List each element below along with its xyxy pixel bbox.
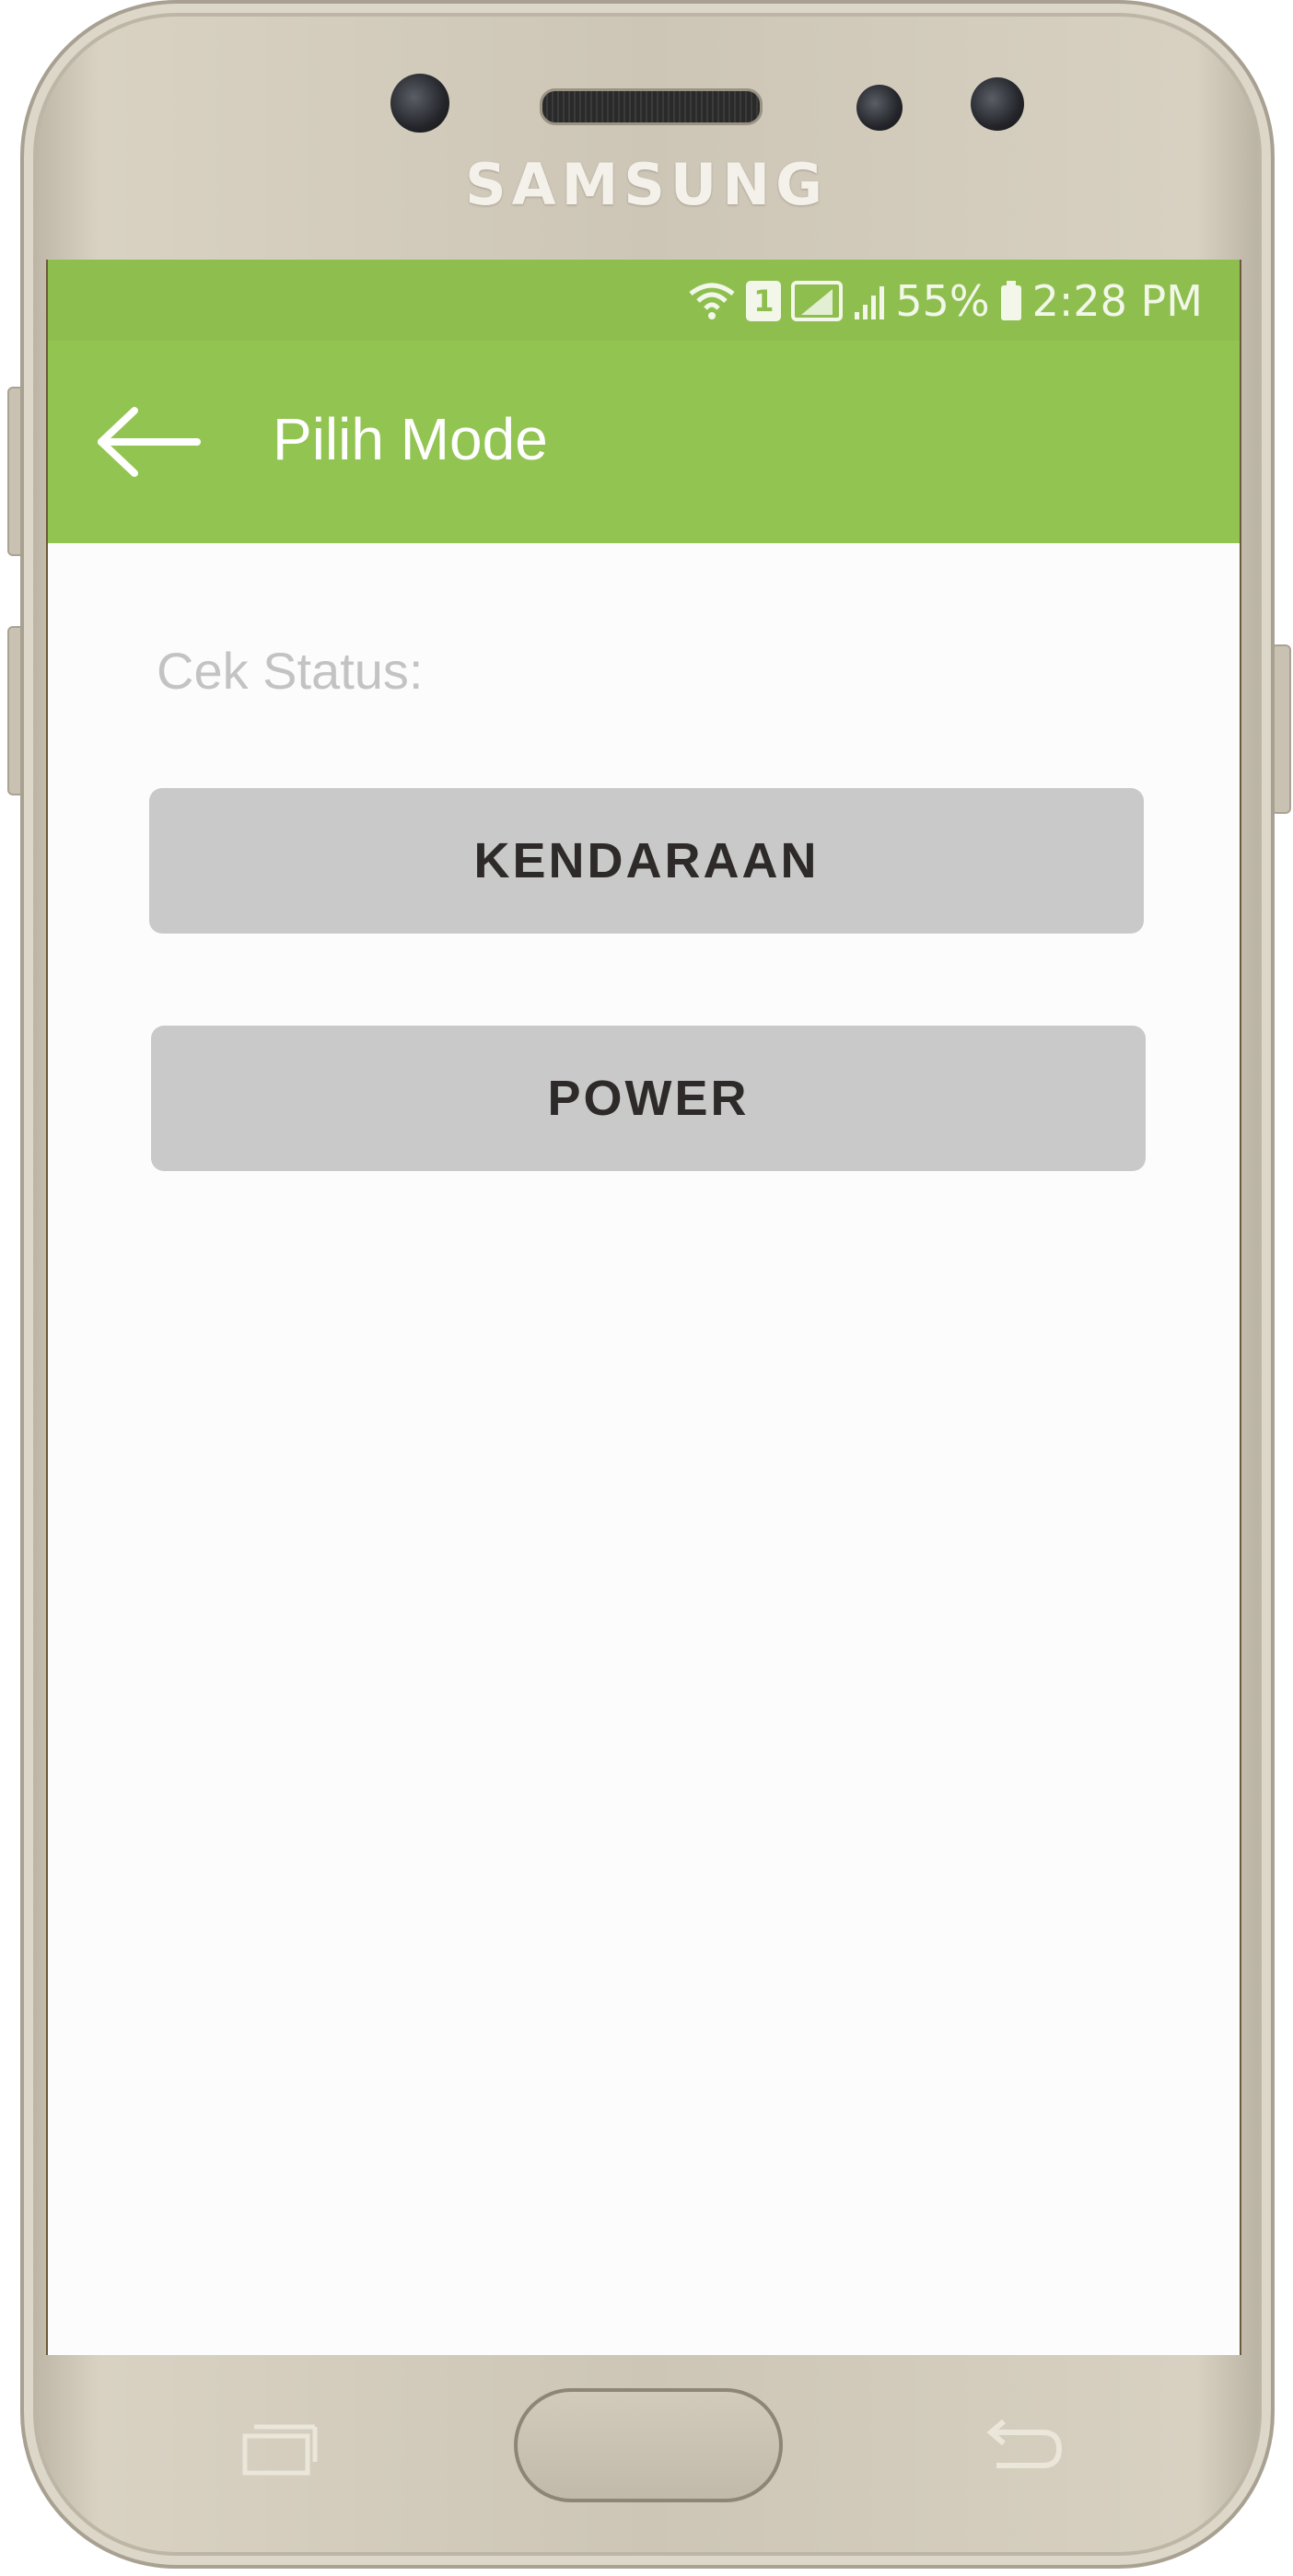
back-icon[interactable] — [978, 2418, 1066, 2478]
battery-percent: 55% — [895, 276, 990, 326]
kendaraan-button[interactable]: KENDARAAN — [149, 788, 1144, 934]
app-bar: Pilih Mode — [48, 341, 1240, 543]
battery-icon — [999, 280, 1023, 322]
signal-icon — [790, 280, 844, 322]
signal-bars-icon — [853, 281, 886, 321]
arrow-left-icon — [98, 407, 201, 477]
sim-icon: 1 — [746, 281, 782, 321]
sensor-icon — [971, 77, 1024, 131]
earpiece — [540, 88, 763, 125]
back-button[interactable] — [94, 398, 204, 486]
recent-apps-icon[interactable] — [241, 2421, 319, 2477]
status-icons: 1 55% 2:28 PM — [687, 276, 1203, 326]
home-button[interactable] — [514, 2388, 783, 2502]
power-button[interactable]: POWER — [151, 1026, 1146, 1171]
page: SAMSUNG 1 55% 2:28 PM Pilih Mode Cek Sta… — [0, 0, 1293, 2576]
brand-logo: SAMSUNG — [464, 151, 829, 218]
front-camera-icon — [390, 74, 449, 133]
status-bar: 1 55% 2:28 PM — [48, 260, 1240, 341]
status-label: Cek Status: — [157, 642, 424, 700]
wifi-icon — [687, 281, 737, 321]
screen: 1 55% 2:28 PM Pilih Mode Cek Status: KEN… — [46, 260, 1241, 2355]
proximity-sensor-icon — [856, 85, 903, 131]
clock: 2:28 PM — [1031, 276, 1203, 326]
page-title: Pilih Mode — [273, 406, 548, 472]
